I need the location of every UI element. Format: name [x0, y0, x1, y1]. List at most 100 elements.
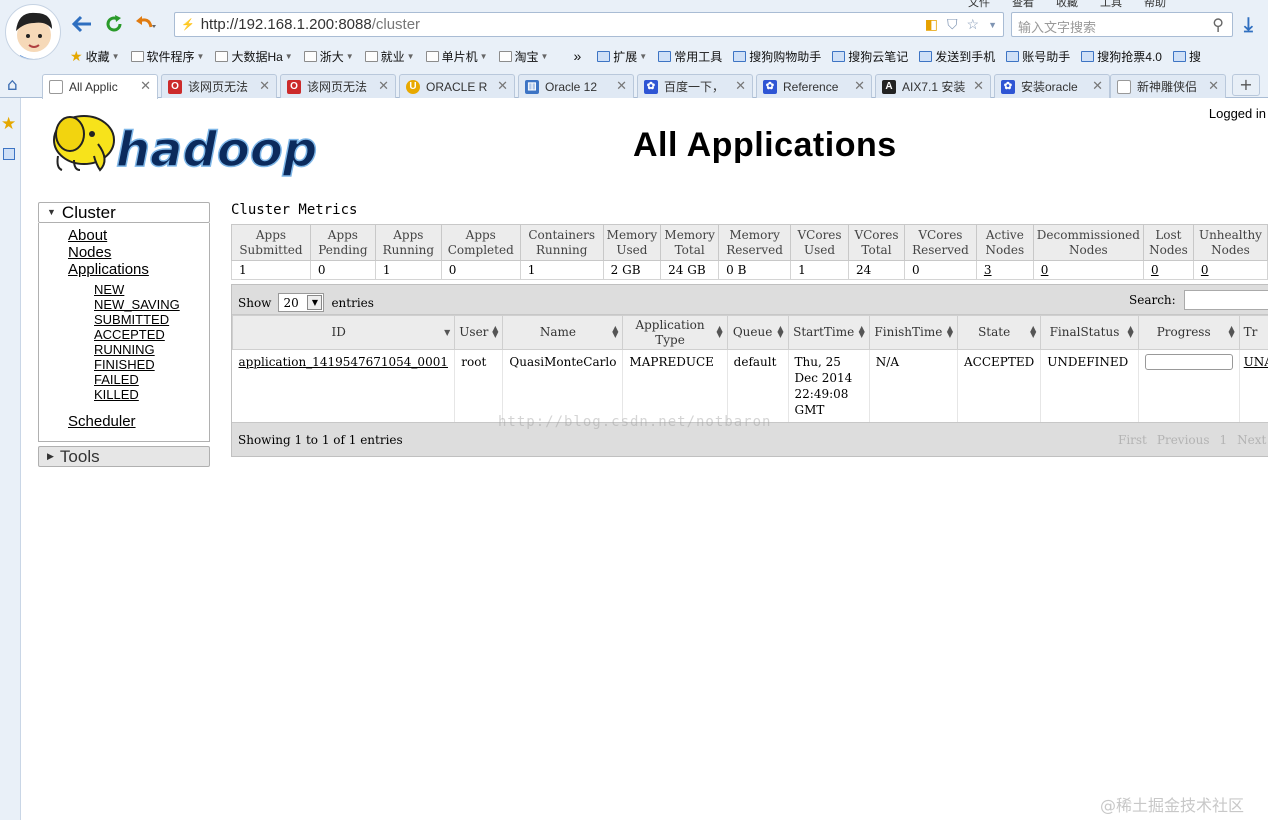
column-header[interactable]: User ▲ ▼ [454, 315, 504, 350]
undo-close-button[interactable] [134, 12, 158, 36]
column-header[interactable]: ID ▼ [231, 315, 456, 350]
tool-common[interactable]: 常用工具 [658, 48, 722, 65]
pager-page-1-button[interactable]: 1 [1220, 433, 1228, 447]
nav-link-applications[interactable]: Applications [68, 261, 149, 278]
menu-view[interactable]: 查看 [1012, 0, 1034, 9]
application-id-link[interactable]: application_1419547671054_0001 [239, 355, 448, 369]
column-header[interactable]: Tr [1238, 315, 1268, 350]
tool-extensions[interactable]: 扩展 ▼ [597, 48, 647, 65]
column-header[interactable]: Name ▲ ▼ [502, 315, 624, 350]
column-header[interactable]: Progress ▲ ▼ [1137, 315, 1240, 350]
bookmark-folder[interactable]: 浙大 ▼ [303, 48, 354, 65]
tool-account[interactable]: 账号助手 [1006, 48, 1070, 65]
metrics-value-link[interactable]: 0 [1041, 263, 1049, 277]
menu-file[interactable]: 文件 [968, 0, 990, 9]
tool-tickets[interactable]: 搜狗抢票4.0 [1081, 48, 1162, 65]
shield-icon[interactable]: ⛉ [947, 16, 958, 34]
column-header[interactable]: Application Type ▲ ▼ [622, 315, 728, 350]
tab-aix[interactable]: A AIX7.1 安装 ✕ [875, 74, 991, 98]
address-bar[interactable]: ⚡ http://192.168.1.200:8088/cluster ◧ ⛉ … [174, 12, 1004, 37]
search-box[interactable]: 输入文字搜索 ⚲ [1011, 12, 1233, 37]
nav-link-state-new-saving[interactable]: NEW_SAVING [94, 297, 180, 312]
shopping-icon [733, 50, 747, 62]
metrics-value-link[interactable]: 3 [984, 263, 992, 277]
nav-link-state-submitted[interactable]: SUBMITTED [94, 312, 169, 327]
favorite-star-icon[interactable]: ☆ [967, 16, 980, 34]
column-header-label: Name [539, 325, 576, 339]
nav-link-state-accepted[interactable]: ACCEPTED [94, 327, 165, 342]
tool-send-to-phone[interactable]: 发送到手机 [919, 48, 995, 65]
close-icon[interactable]: ✕ [854, 78, 865, 94]
tab-baidu[interactable]: ✿ 百度一下， ✕ [637, 74, 753, 98]
close-icon[interactable]: ✕ [735, 78, 746, 94]
panel-icon[interactable] [3, 148, 15, 160]
chevron-down-icon[interactable]: ▼ [988, 16, 997, 34]
column-header[interactable]: Queue ▲ ▼ [726, 315, 789, 350]
refresh-button[interactable] [102, 12, 126, 36]
metrics-header-cell: VCores Total [848, 224, 905, 261]
nav-link-state-new[interactable]: NEW [94, 282, 124, 297]
tab-all-applications[interactable]: All Applic ✕ [42, 74, 158, 99]
close-icon[interactable]: ✕ [259, 78, 270, 94]
bookmark-folder[interactable]: 单片机 ▼ [425, 48, 488, 65]
bookmark-folder[interactable]: 就业 ▼ [364, 48, 415, 65]
tool-search[interactable]: 搜 [1172, 48, 1201, 65]
nav-link-about[interactable]: About [68, 227, 107, 244]
close-icon[interactable]: ✕ [973, 78, 984, 94]
pager-previous-button[interactable]: Previous [1157, 433, 1210, 447]
nav-link-scheduler[interactable]: Scheduler [68, 413, 136, 430]
bookmarks-overflow-button[interactable]: » [573, 48, 581, 64]
close-icon[interactable]: ✕ [497, 78, 508, 94]
column-header[interactable]: FinishTime ▲ ▼ [868, 315, 959, 350]
close-icon[interactable]: ✕ [378, 78, 389, 94]
tab-install-oracle[interactable]: ✿ 安装oracle ✕ [994, 74, 1110, 98]
close-icon[interactable]: ✕ [616, 78, 627, 94]
tab-oracle-r[interactable]: U ORACLE R ✕ [399, 74, 515, 98]
bookmark-folder[interactable]: 大数据Ha ▼ [215, 48, 293, 65]
column-header[interactable]: StartTime ▲ ▼ [787, 315, 870, 350]
nav-link-nodes[interactable]: Nodes [68, 244, 111, 261]
nav-link-state-killed[interactable]: KILLED [94, 387, 139, 402]
hadoop-logo[interactable]: hadoop [40, 104, 340, 184]
nav-link-state-failed[interactable]: FAILED [94, 372, 139, 387]
back-button[interactable] [70, 12, 94, 36]
bookmark-folder[interactable]: 淘宝 ▼ [498, 48, 548, 65]
download-icon[interactable]: ⤓ [1244, 12, 1253, 36]
tab-oracle-12[interactable]: ▥ Oracle 12 ✕ [518, 74, 634, 98]
column-header[interactable]: FinalStatus ▲ ▼ [1040, 315, 1139, 350]
pager-next-button[interactable]: Next [1237, 433, 1266, 447]
search-icon[interactable]: ⚲ [1212, 15, 1224, 35]
close-icon[interactable]: ✕ [1092, 78, 1103, 94]
home-icon[interactable]: ⌂ [7, 75, 18, 95]
tab-shen-diao[interactable]: 新神雕侠侣 ✕ [1110, 74, 1226, 98]
nav-link-state-running[interactable]: RUNNING [94, 342, 155, 357]
compat-mode-icon[interactable]: ◧ [925, 16, 938, 34]
bookmark-folder[interactable]: 软件程序 ▼ [130, 48, 204, 65]
table-row: application_1419547671054_0001 root Quas… [232, 349, 1268, 422]
nav-link-state-finished[interactable]: FINISHED [94, 357, 155, 372]
tab-error-1[interactable]: O 该网页无法 ✕ [161, 74, 277, 98]
tab-error-2[interactable]: O 该网页无法 ✕ [280, 74, 396, 98]
menu-tools[interactable]: 工具 [1100, 0, 1122, 9]
progress-bar [1144, 354, 1233, 370]
tools-section-header[interactable]: ▶ Tools [38, 446, 210, 467]
tool-cloud-notes[interactable]: 搜狗云笔记 [832, 48, 908, 65]
pager-first-button[interactable]: First [1118, 433, 1147, 447]
new-tab-button[interactable]: + [1232, 74, 1260, 96]
menu-favorites[interactable]: 收藏 [1056, 0, 1078, 9]
bookmark-favorites[interactable]: ★ 收藏 ▼ [70, 48, 120, 65]
metrics-value-link[interactable]: 0 [1151, 263, 1159, 277]
metrics-value-link[interactable]: 0 [1201, 263, 1209, 277]
table-search-input[interactable] [1184, 290, 1268, 310]
favorites-star-icon[interactable]: ★ [1, 114, 16, 134]
close-icon[interactable]: ✕ [1208, 78, 1219, 94]
tracking-ui-link[interactable]: UNA [1244, 355, 1268, 369]
page-size-select[interactable]: 20 ▼ [278, 293, 325, 312]
close-icon[interactable]: ✕ [140, 78, 151, 94]
menu-help[interactable]: 帮助 [1144, 0, 1166, 9]
tab-reference[interactable]: ✿ Reference ✕ [756, 74, 872, 98]
tool-shopping[interactable]: 搜狗购物助手 [733, 48, 821, 65]
column-header[interactable]: State ▲ ▼ [957, 315, 1042, 350]
cluster-section-header[interactable]: ▼ Cluster [38, 202, 210, 223]
user-avatar[interactable] [5, 4, 61, 60]
